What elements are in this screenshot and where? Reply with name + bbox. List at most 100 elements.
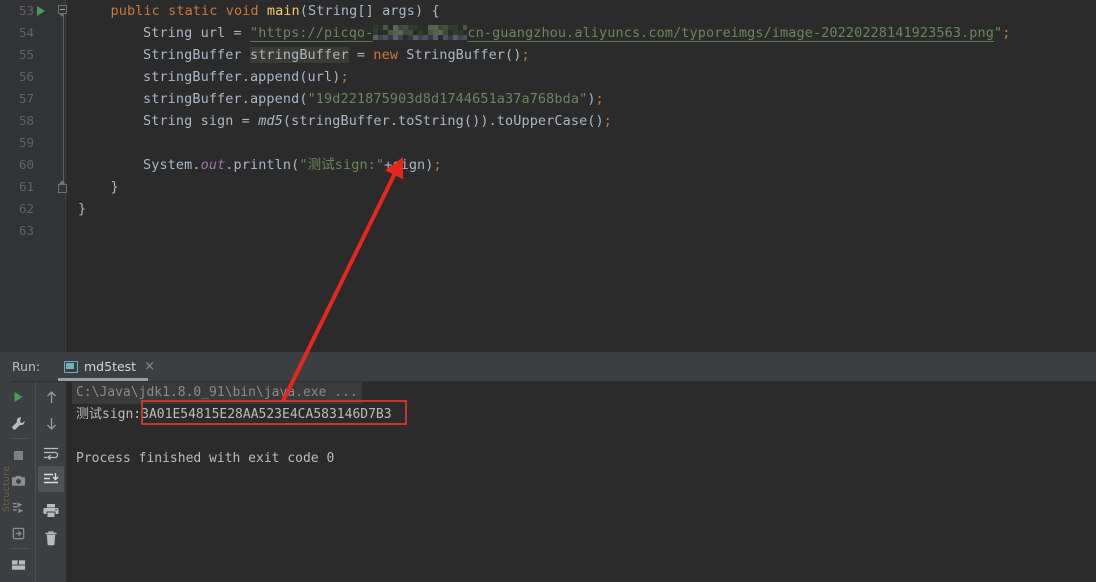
code-token: ) (587, 91, 596, 107)
soft-wrap-button[interactable] (38, 440, 64, 466)
code-token: " (993, 25, 1003, 41)
export-arrow-icon (12, 527, 24, 539)
line-number: 58 (18, 113, 34, 128)
code-editor[interactable]: 53 54 55 56 57 58 59 60 61 62 63 public … (0, 0, 1096, 352)
line-number: 56 (18, 69, 34, 84)
code-token: } (78, 201, 87, 217)
code-token: stringBuffer.append( (143, 91, 308, 107)
printer-icon (43, 503, 59, 517)
code-token: String sign = (143, 113, 259, 129)
code-text-area[interactable]: public static void main(String[] args) {… (66, 0, 1096, 352)
code-token: ; (521, 47, 530, 63)
line-number: 60 (18, 157, 34, 172)
code-token: = (348, 47, 374, 63)
scroll-to-end-icon (44, 473, 59, 484)
code-token: } (110, 179, 119, 195)
console-output[interactable]: C:\Java\jdk1.8.0_91\bin\java.exe ... 测试s… (66, 382, 1096, 582)
console-icon (64, 360, 78, 373)
scroll-to-end-button[interactable] (38, 466, 64, 492)
fold-tip-down-icon (59, 13, 65, 17)
tab-label: md5test (84, 359, 137, 374)
gutter-line-54[interactable]: 54 (0, 22, 66, 44)
code-line-55[interactable]: StringBuffer stringBuffer = new StringBu… (143, 44, 530, 66)
trash-icon (45, 530, 57, 545)
code-token: "https://picqo- (249, 25, 374, 42)
gutter-line-55[interactable]: 55 (0, 44, 66, 66)
code-token: .println( (225, 157, 300, 173)
gutter-line-53[interactable]: 53 (0, 0, 66, 22)
camera-icon (11, 475, 25, 486)
stop-square-icon (13, 450, 23, 460)
code-token: ; (603, 113, 612, 129)
code-token: md5 (258, 113, 283, 129)
code-token: +sign) (384, 157, 434, 173)
gutter-line-60[interactable]: 60 (0, 154, 66, 176)
close-icon[interactable]: × (144, 360, 155, 373)
code-line-53[interactable]: public static void main(String[] args) { (111, 0, 440, 22)
run-tool-window: Run: md5test × C:\Java\jdk1.8.0_91\bin\j… (0, 352, 1096, 582)
gutter-line-57[interactable]: 57 (0, 88, 66, 110)
wrench-icon (11, 416, 25, 430)
down-occurrence-button[interactable] (38, 410, 64, 436)
code-token: new (373, 47, 399, 63)
code-line-62[interactable]: } (78, 198, 86, 220)
gutter-line-58[interactable]: 58 (0, 110, 66, 132)
code-token: stringBuffer.append(url) (143, 69, 341, 85)
run-tool-window-header: Run: md5test × (0, 352, 1096, 381)
code-token: ; (595, 91, 604, 107)
gutter-line-62[interactable]: 62 (0, 198, 66, 220)
code-token: (String[] args) { (299, 3, 440, 19)
fold-rail (63, 12, 64, 190)
code-line-56[interactable]: stringBuffer.append(url); (143, 66, 349, 88)
code-token: String url = (143, 25, 250, 41)
code-line-60[interactable]: System.out.println("测试sign:"+sign); (143, 154, 442, 176)
code-token: stringBuffer (249, 47, 349, 63)
ide-window: 53 54 55 56 57 58 59 60 61 62 63 public … (0, 0, 1096, 582)
arrow-down-icon (46, 417, 56, 430)
code-token: ; (1002, 25, 1011, 41)
left-tool-strip[interactable]: Structure (0, 352, 12, 582)
tab-md5test[interactable]: md5test × (56, 352, 163, 381)
soft-wrap-icon (44, 447, 59, 460)
gutter-line-56[interactable]: 56 (0, 66, 66, 88)
code-token: cn-guangzhou.aliyuncs.com/typoreimgs/ima… (467, 25, 994, 42)
up-occurrence-button[interactable] (38, 384, 64, 410)
code-token: (stringBuffer.toString()).toUpperCase() (282, 113, 604, 129)
code-token: ; (340, 69, 349, 85)
line-number: 63 (18, 223, 34, 238)
code-line-54[interactable]: String url = "https://picqo-cn-guangzhou… (143, 22, 1010, 44)
line-number: 59 (18, 135, 34, 150)
structure-tool-button[interactable]: Structure (2, 442, 12, 512)
fold-tip-up-icon (59, 180, 65, 184)
line-number: 61 (18, 179, 34, 194)
code-token: StringBuffer() (398, 47, 522, 63)
print-button[interactable] (38, 497, 64, 523)
console-line-exit: Process finished with exit code 0 (76, 451, 335, 466)
code-line-58[interactable]: String sign = md5(stringBuffer.toString(… (143, 110, 612, 132)
gutter-line-59[interactable]: 59 (0, 132, 66, 154)
code-token: ; (433, 157, 442, 173)
arrow-up-icon (46, 390, 56, 403)
clear-all-button[interactable] (38, 525, 64, 551)
code-token: "测试sign:" (299, 157, 385, 173)
fold-dash-icon (60, 9, 65, 10)
line-number: 54 (18, 25, 34, 40)
line-number: 55 (18, 47, 34, 62)
run-gutter-icon[interactable] (37, 6, 45, 16)
gutter-line-63[interactable]: 63 (0, 220, 66, 242)
code-line-57[interactable]: stringBuffer.append("19d221875903d8d1744… (143, 88, 604, 110)
code-token: "19d221875903d8d1744651a37a768bda" (307, 91, 588, 107)
code-line-61[interactable]: } (111, 176, 119, 198)
code-token: System. (143, 157, 201, 173)
gutter-line-61[interactable]: 61 (0, 176, 66, 198)
console-line-result: 测试sign:3A01E54815E28AA523E4CA583146D7B3 (76, 407, 392, 422)
line-number: 53 (18, 3, 34, 18)
thread-dump-icon (12, 501, 23, 513)
code-token: StringBuffer (143, 47, 250, 63)
redaction-mosaic (373, 25, 468, 40)
line-number: 57 (18, 91, 34, 106)
run-toolbar-right (36, 382, 66, 582)
